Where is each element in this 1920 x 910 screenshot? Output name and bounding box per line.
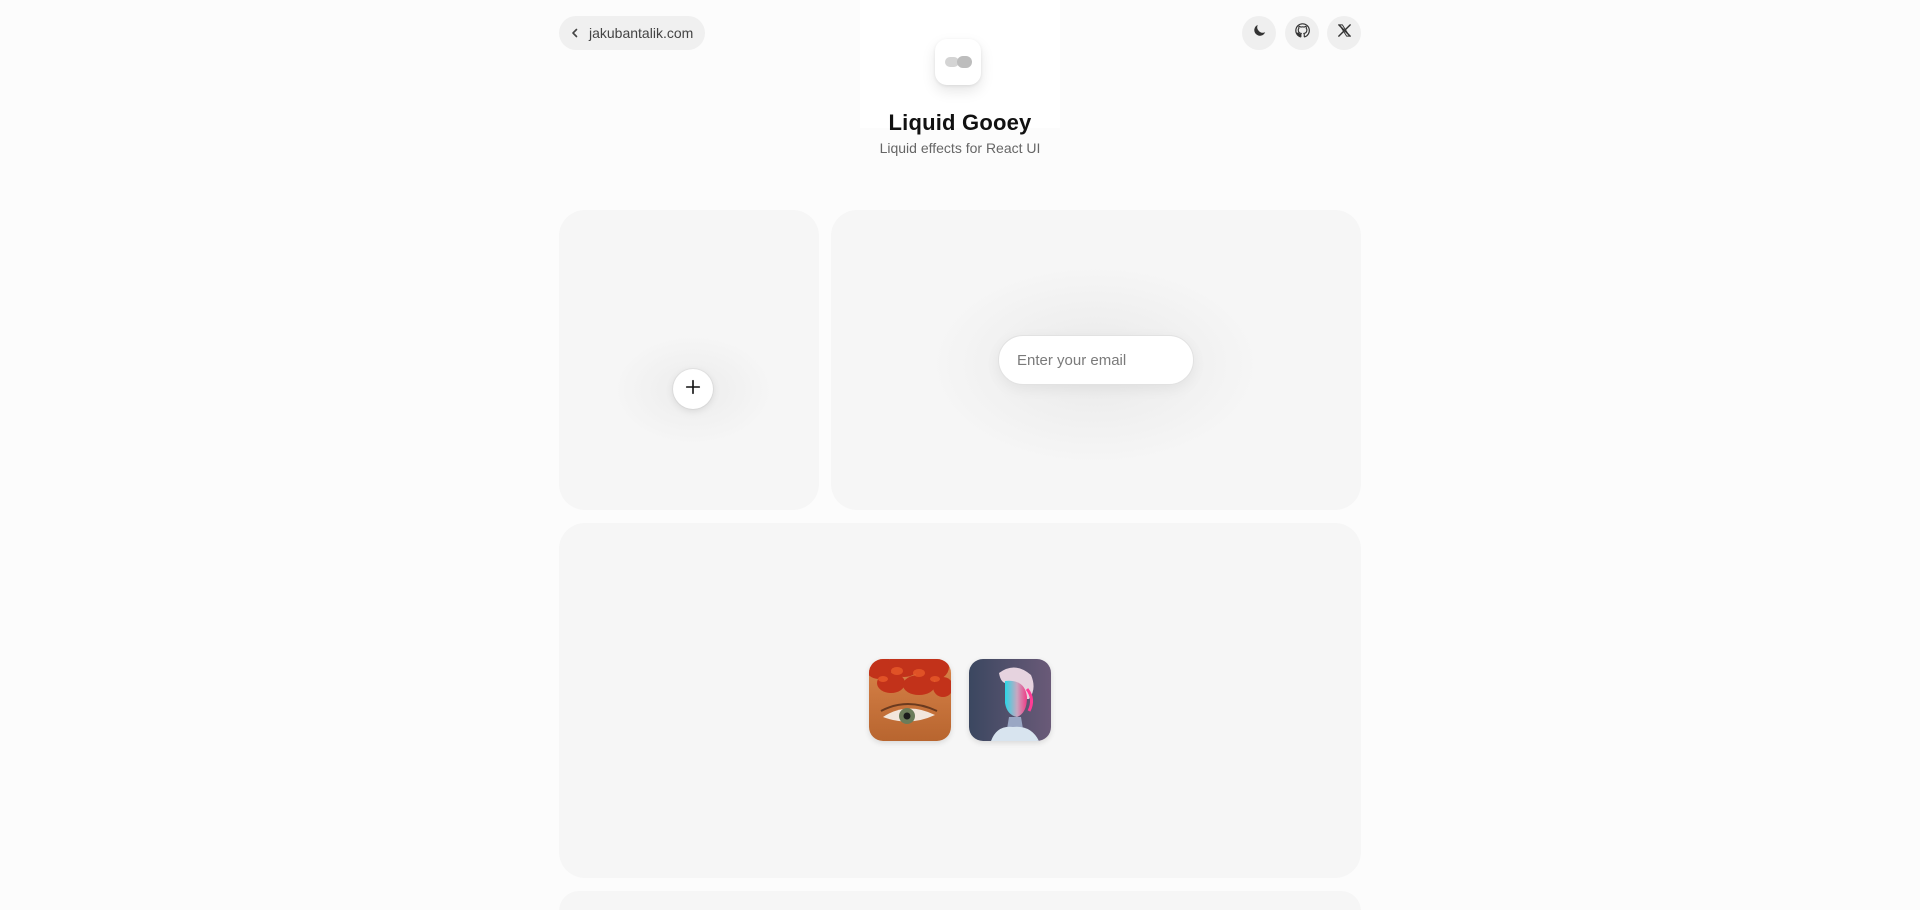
next-demo-card	[559, 891, 1361, 910]
image-demo-card	[559, 523, 1361, 878]
github-button[interactable]	[1285, 16, 1319, 50]
page: jakubantalik.com Liquid Gooey Liquid eff…	[0, 0, 1920, 910]
page-title: Liquid Gooey	[888, 110, 1032, 135]
github-icon	[1294, 22, 1311, 44]
moon-icon	[1251, 22, 1268, 44]
theme-toggle-button[interactable]	[1242, 16, 1276, 50]
page-subtitle: Liquid effects for React UI	[879, 140, 1041, 156]
chevron-left-icon	[569, 27, 581, 39]
thumbnail-neon-portrait[interactable]	[969, 659, 1051, 741]
x-logo-icon	[1336, 22, 1353, 44]
x-social-button[interactable]	[1327, 16, 1361, 50]
thumbnail-eye-flowers[interactable]	[869, 659, 951, 741]
plus-icon	[684, 378, 702, 401]
add-button[interactable]	[673, 369, 713, 409]
back-link[interactable]: jakubantalik.com	[559, 16, 706, 50]
email-input[interactable]	[998, 335, 1194, 385]
app-logo-icon	[935, 39, 981, 85]
back-link-label: jakubantalik.com	[589, 25, 694, 41]
